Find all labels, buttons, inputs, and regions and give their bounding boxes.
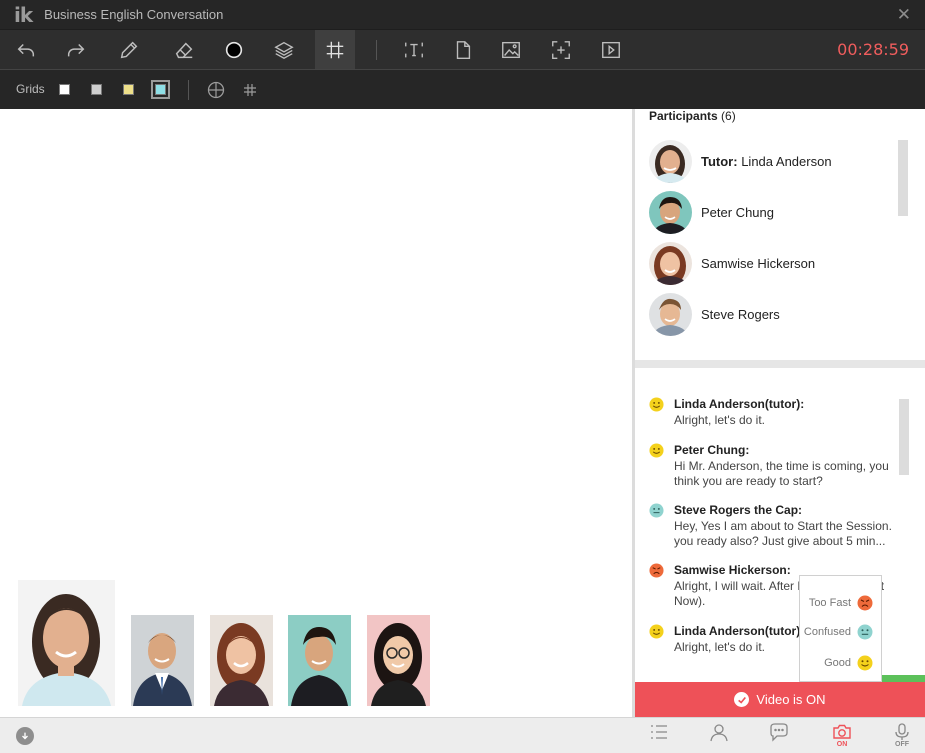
avatar (649, 190, 692, 234)
redo-icon[interactable] (56, 30, 96, 70)
chat-message: Steve Rogers the Cap: Hey, Yes I am abou… (649, 503, 899, 553)
chat-author: Steve Rogers the Cap: (674, 503, 803, 517)
chat-message: Linda Anderson(tutor): Alright, let's do… (649, 397, 899, 433)
video-thumb-student-2[interactable] (210, 615, 273, 706)
chat-text: Hi Mr. Anderson, the time is coming, you… (674, 459, 889, 488)
title-bar: ik Business English Conversation ✕ (0, 0, 925, 29)
image-icon[interactable] (491, 30, 531, 70)
participant-item-tutor[interactable]: Tutor: Linda Anderson (649, 139, 909, 183)
smile-icon (649, 443, 664, 458)
grid-icon[interactable] (315, 30, 355, 70)
camera-icon[interactable]: ON (828, 722, 856, 752)
play-icon[interactable] (591, 30, 631, 70)
whiteboard-toolbar: 00:28:59 (0, 29, 925, 70)
angry-face-icon (649, 563, 664, 578)
feedback-popup: Too Fast Confused Good (799, 575, 882, 682)
session-timer: 00:28:59 (837, 40, 909, 59)
chat-author: Samwise Hickerson: (674, 563, 791, 577)
chat-icon[interactable] (765, 722, 793, 752)
participants-panel: Participants (6) Tutor: Linda Anderson P… (635, 109, 925, 360)
neutral-face-icon (857, 624, 873, 640)
layers-icon[interactable] (264, 30, 304, 70)
text-icon[interactable] (394, 30, 434, 70)
feedback-label: Too Fast (808, 597, 851, 609)
chat-text: Hey, Yes I am about to Start the Session… (674, 519, 892, 548)
feedback-confused[interactable]: Confused (804, 623, 873, 641)
grid-swatch-yellow[interactable] (123, 84, 134, 95)
grid-swatch-gray[interactable] (91, 84, 102, 95)
pencil-icon[interactable] (109, 30, 149, 70)
check-icon (734, 692, 750, 707)
status-strip (882, 675, 925, 682)
chevron-down-icon[interactable] (16, 727, 34, 745)
feedback-too-fast[interactable]: Too Fast (809, 594, 873, 612)
app-title: Business English Conversation (44, 7, 224, 22)
participants-title: Participants (649, 109, 718, 123)
grids-bar: Grids (0, 69, 925, 109)
chat-text: Alright, let's do it. (674, 413, 765, 427)
video-toggle-button[interactable]: Video is ON (635, 682, 925, 717)
chat-author: Linda Anderson(tutor) (674, 624, 801, 638)
microphone-icon[interactable]: OFF (888, 722, 916, 752)
toolbar-separator (376, 40, 377, 60)
grid-small-icon[interactable] (241, 81, 259, 99)
crop-add-icon[interactable] (541, 30, 581, 70)
feedback-label: Good (824, 657, 851, 669)
smile-icon (857, 655, 873, 671)
participant-name: Steve Rogers (701, 306, 780, 322)
feedback-label: Confused (803, 626, 851, 638)
eraser-icon[interactable] (164, 30, 204, 70)
bottom-bar: ON OFF (0, 717, 925, 753)
chat-scrollbar[interactable] (899, 399, 909, 475)
participants-header: Participants (6) (649, 109, 736, 123)
smile-icon (649, 397, 664, 412)
participant-item-peter[interactable]: Peter Chung (649, 190, 909, 234)
grid-swatch-cyan[interactable] (151, 80, 170, 99)
video-thumb-tutor[interactable] (18, 580, 115, 706)
video-thumb-student-1[interactable] (131, 615, 194, 706)
participant-item-samwise[interactable]: Samwise Hickerson (649, 241, 909, 285)
neutral-face-icon (649, 503, 664, 518)
video-thumb-student-4[interactable] (367, 615, 430, 706)
chat-message: Peter Chung: Hi Mr. Anderson, the time i… (649, 443, 899, 493)
video-thumb-student-3[interactable] (288, 615, 351, 706)
chat-author: Linda Anderson(tutor): (674, 397, 805, 411)
mic-state: OFF (895, 741, 909, 748)
grids-separator (188, 80, 189, 100)
person-icon[interactable] (705, 722, 733, 752)
participants-scrollbar[interactable] (898, 140, 908, 216)
participant-name: Samwise Hickerson (701, 255, 816, 271)
avatar (649, 292, 692, 336)
app-logo: ik (14, 2, 33, 27)
camera-state: ON (836, 741, 848, 748)
smile-icon (649, 624, 664, 639)
panel-gap (635, 360, 925, 368)
chat-author: Peter Chung: (674, 443, 750, 457)
avatar (649, 139, 692, 183)
participant-item-steve[interactable]: Steve Rogers (649, 292, 909, 336)
circle-color-icon[interactable] (214, 30, 254, 70)
document-icon[interactable] (443, 30, 483, 70)
participants-count: (6) (721, 109, 736, 123)
grid-large-icon[interactable] (207, 81, 225, 99)
list-icon[interactable] (645, 722, 673, 752)
video-label: Video is ON (756, 692, 826, 707)
feedback-good[interactable]: Good (824, 654, 873, 672)
participant-name: Tutor: Linda Anderson (701, 153, 832, 169)
classroom-app: ik Business English Conversation ✕ 00:28… (0, 0, 925, 753)
undo-icon[interactable] (6, 30, 46, 70)
close-icon[interactable]: ✕ (897, 5, 911, 25)
angry-face-icon (857, 595, 873, 611)
avatar (649, 241, 692, 285)
participant-name: Peter Chung (701, 204, 774, 220)
grid-swatch-white[interactable] (59, 84, 70, 95)
grids-label: Grids (16, 82, 45, 96)
